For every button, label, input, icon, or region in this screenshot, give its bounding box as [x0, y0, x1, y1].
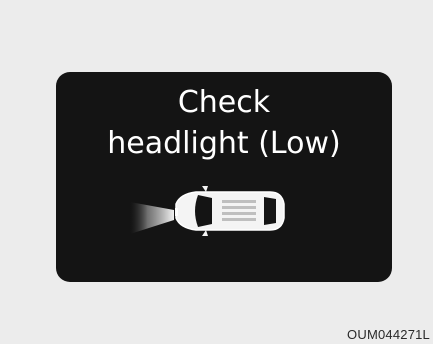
headlight-beam — [130, 202, 174, 234]
screen: Check headlight (Low) OUM044271L — [0, 0, 433, 344]
image-code: OUM044271L — [347, 327, 430, 342]
car-headlight-beam-icon — [130, 186, 285, 236]
warning-panel: Check headlight (Low) — [56, 72, 392, 282]
car-body — [175, 186, 285, 236]
